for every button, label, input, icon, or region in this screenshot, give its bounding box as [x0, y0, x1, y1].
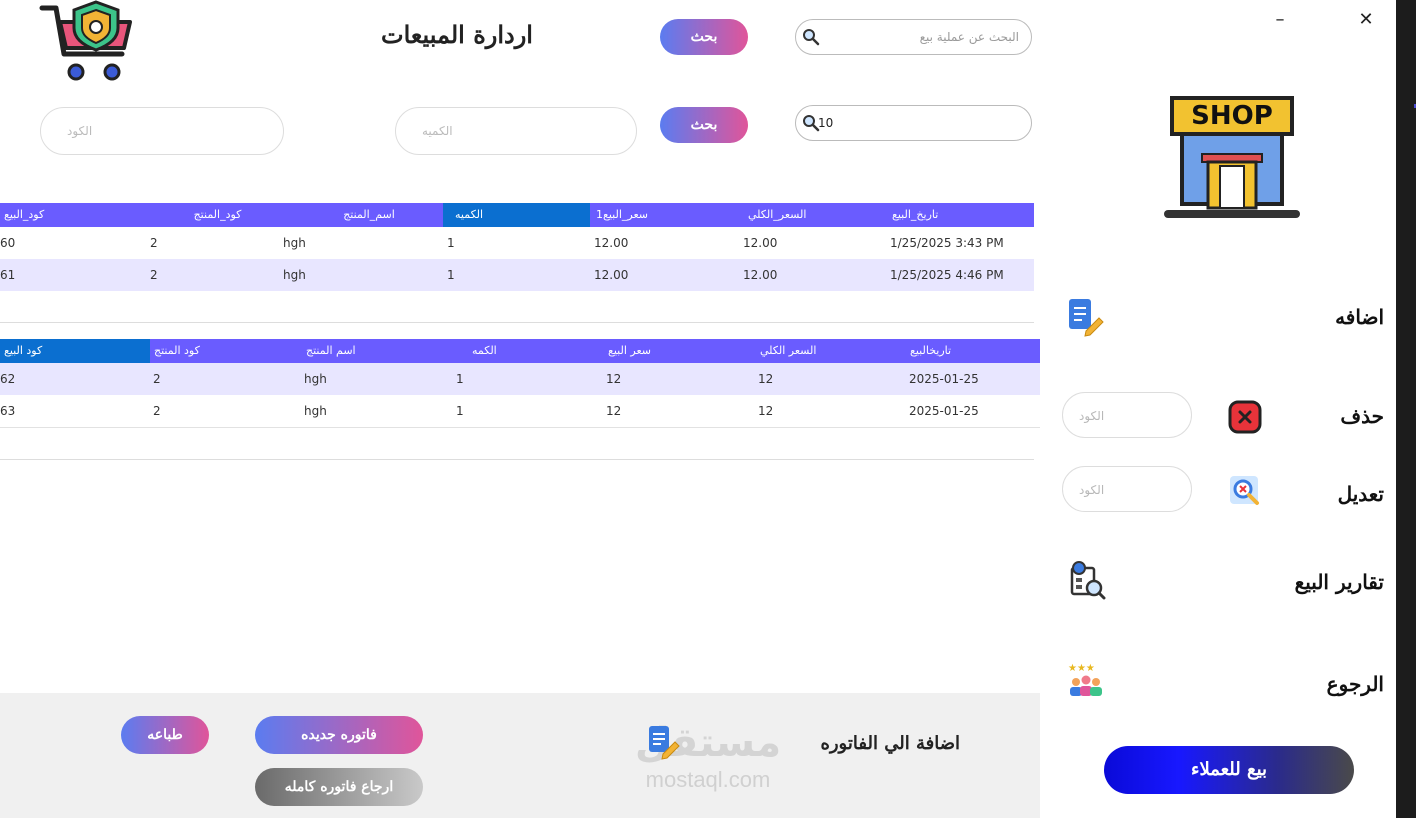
- search-button[interactable]: بحث: [660, 19, 748, 55]
- table-cell: hgh: [283, 236, 306, 250]
- search-code-field[interactable]: [795, 105, 1032, 141]
- delete-code-field[interactable]: [1062, 392, 1192, 439]
- sales-grid[interactable]: كود_البيع كود_المنتج اسم_المنتج الكميه س…: [0, 203, 1034, 323]
- cart-logo: [38, 0, 138, 84]
- table-row[interactable]: 61 2 hgh 1 12.00 12.00 1/25/2025 4:46 PM: [0, 259, 1034, 291]
- search-icon: [802, 114, 820, 136]
- shopping-cart-icon: [39, 0, 132, 81]
- column-header[interactable]: السعر الكلي: [756, 339, 908, 363]
- table-cell: hgh: [304, 372, 327, 386]
- table-row[interactable]: 63 2 hgh 1 12 12 2025-01-25: [0, 395, 1057, 428]
- minimize-button[interactable]: –: [1265, 6, 1295, 34]
- table-cell: 12: [606, 404, 622, 418]
- quantity-field[interactable]: [395, 107, 637, 155]
- search-sales-input[interactable]: [796, 20, 1031, 54]
- watermark-url: mostaql.com: [645, 767, 771, 792]
- column-header[interactable]: تاريخ_البيع: [888, 203, 1034, 227]
- table-cell: 60: [0, 236, 16, 250]
- column-header[interactable]: تاريخالبيع: [908, 339, 1057, 363]
- table-cell: 12.00: [743, 268, 778, 282]
- table-cell: 1/25/2025 4:46 PM: [890, 268, 1004, 282]
- column-header-selected[interactable]: الكميه: [443, 203, 590, 227]
- table-cell: 63: [0, 404, 16, 418]
- quantity-input[interactable]: [396, 108, 636, 154]
- add-label[interactable]: اضافه: [1335, 305, 1384, 329]
- column-header[interactable]: السعر_الكلي: [740, 203, 888, 227]
- reports-icon[interactable]: [1066, 560, 1106, 600]
- window-edge: [1396, 0, 1416, 818]
- column-header[interactable]: الكمه: [452, 339, 604, 363]
- table-cell: 12.00: [594, 236, 629, 250]
- table-cell: 2: [153, 372, 161, 386]
- code-input[interactable]: [41, 108, 283, 154]
- table-cell: hgh: [304, 404, 327, 418]
- row-divider: [0, 459, 1034, 460]
- edit-code-field[interactable]: [1062, 466, 1192, 513]
- table-cell: 2025-01-25: [909, 404, 979, 418]
- new-invoice-button[interactable]: فاتوره جديده: [255, 716, 423, 754]
- invoice-grid[interactable]: كود البيع كود المنتج اسم المنتج الكمه سع…: [0, 339, 1057, 461]
- column-header[interactable]: اسم المنتج: [300, 339, 452, 363]
- search-code-input[interactable]: [796, 106, 1031, 140]
- search-icon: [802, 28, 820, 50]
- edit-search-icon[interactable]: [1228, 474, 1264, 510]
- grid-header: كود البيع كود المنتج اسم المنتج الكمه سع…: [0, 339, 1057, 363]
- column-header[interactable]: كود_البيع: [0, 203, 140, 227]
- table-cell: 2025-01-25: [909, 372, 979, 386]
- column-header[interactable]: اسم_المنتج: [295, 203, 443, 227]
- delete-label[interactable]: حذف: [1340, 404, 1384, 428]
- code-field[interactable]: [40, 107, 284, 155]
- table-row[interactable]: 60 2 hgh 1 12.00 12.00 1/25/2025 3:43 PM: [0, 227, 1034, 259]
- column-header-selected[interactable]: كود البيع: [0, 339, 150, 363]
- delete-code-input[interactable]: [1077, 393, 1181, 439]
- edit-label[interactable]: تعديل: [1338, 482, 1384, 506]
- table-cell: 12: [758, 404, 774, 418]
- table-cell: 12.00: [594, 268, 629, 282]
- sell-to-customers-button[interactable]: بيع للعملاء: [1104, 746, 1354, 794]
- shop-sign-text: SHOP: [1191, 101, 1273, 131]
- edit-document-icon[interactable]: [645, 724, 681, 760]
- customers-rating-icon[interactable]: ★★★: [1066, 660, 1106, 700]
- table-cell: 2: [153, 404, 161, 418]
- edit-code-input[interactable]: [1077, 467, 1181, 513]
- table-cell: 1: [456, 372, 464, 386]
- reports-label[interactable]: تقارير البيع: [1295, 570, 1384, 594]
- table-cell: 12.00: [743, 236, 778, 250]
- column-header[interactable]: سعر_البيع1: [590, 203, 740, 227]
- table-cell: 62: [0, 372, 16, 386]
- close-button[interactable]: ✕: [1351, 6, 1381, 34]
- table-cell: 1: [447, 268, 455, 282]
- return-invoice-button[interactable]: ارجاع فاتوره كامله: [255, 768, 423, 806]
- table-cell: 2: [150, 236, 158, 250]
- grid-header: كود_البيع كود_المنتج اسم_المنتج الكميه س…: [0, 203, 1034, 227]
- table-row[interactable]: 62 2 hgh 1 12 12 2025-01-25: [0, 363, 1057, 395]
- table-cell: 61: [0, 268, 16, 282]
- delete-icon[interactable]: [1228, 398, 1264, 434]
- table-cell: 1: [456, 404, 464, 418]
- bottom-panel: [0, 693, 1040, 818]
- column-header[interactable]: كود المنتج: [150, 339, 300, 363]
- search-sales-field[interactable]: [795, 19, 1032, 55]
- table-cell: hgh: [283, 268, 306, 282]
- back-label[interactable]: الرجوع: [1327, 672, 1384, 696]
- table-cell: 12: [758, 372, 774, 386]
- svg-text:★★★: ★★★: [1068, 663, 1095, 674]
- column-header[interactable]: كود_المنتج: [140, 203, 295, 227]
- print-button[interactable]: طباعه: [121, 716, 209, 754]
- add-to-invoice-label[interactable]: اضافة الي الفاتوره: [800, 733, 960, 754]
- search-button-2[interactable]: بحث: [660, 107, 748, 143]
- add-icon[interactable]: [1066, 297, 1106, 337]
- table-cell: 1/25/2025 3:43 PM: [890, 236, 1004, 250]
- shop-logo: SHOP: [1162, 84, 1302, 220]
- row-divider: [0, 322, 1034, 323]
- table-cell: 1: [447, 236, 455, 250]
- table-cell: 2: [150, 268, 158, 282]
- page-title: اردارة المبيعات: [381, 20, 533, 49]
- column-header[interactable]: سعر البيع: [604, 339, 756, 363]
- table-cell: 12: [606, 372, 622, 386]
